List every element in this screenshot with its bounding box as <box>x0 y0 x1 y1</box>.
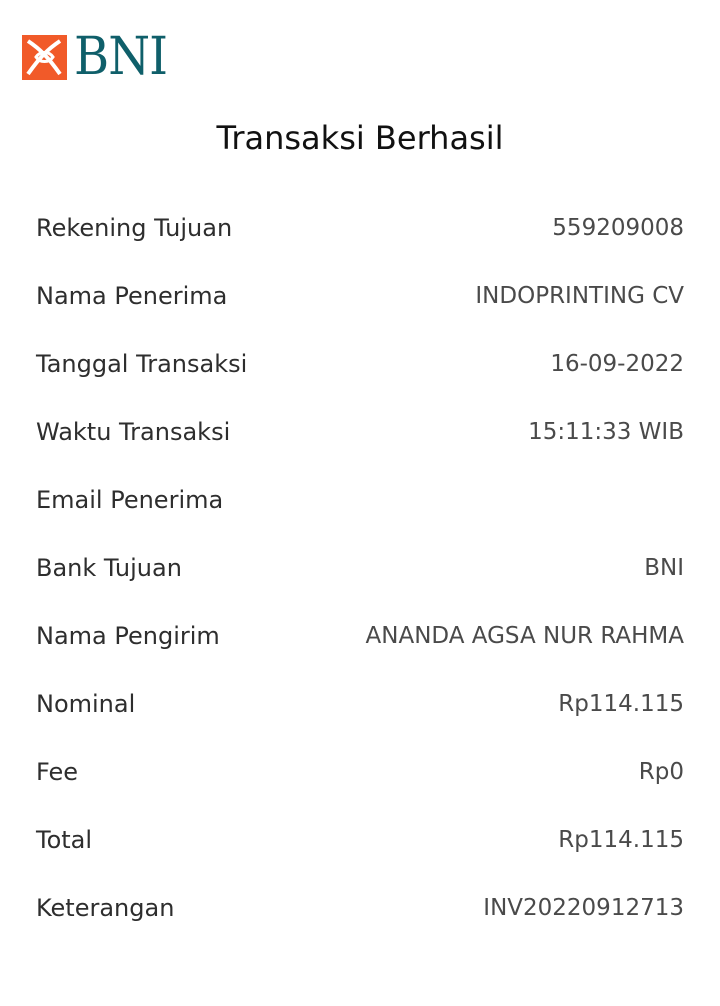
detail-label: Nominal <box>36 690 136 718</box>
page-title: Transaksi Berhasil <box>216 119 504 157</box>
detail-value: 16-09-2022 <box>550 351 684 377</box>
detail-label: Fee <box>36 758 79 786</box>
detail-row-nama-penerima: Nama Penerima INDOPRINTING CV <box>36 262 684 330</box>
detail-row-total: Total Rp114.115 <box>36 806 684 874</box>
bni-logo: BNI <box>22 27 175 87</box>
detail-label: Nama Penerima <box>36 282 228 310</box>
detail-row-fee: Fee Rp0 <box>36 738 684 806</box>
detail-value: INV20220912713 <box>483 895 684 921</box>
detail-row-keterangan: Keterangan INV20220912713 <box>36 874 684 942</box>
detail-row-rekening-tujuan: Rekening Tujuan 559209008 <box>36 194 684 262</box>
detail-value: Rp0 <box>638 759 684 785</box>
detail-value: Rp114.115 <box>558 691 684 717</box>
detail-row-waktu-transaksi: Waktu Transaksi 15:11:33 WIB <box>36 398 684 466</box>
detail-label: Total <box>36 826 93 854</box>
detail-label: Waktu Transaksi <box>36 418 231 446</box>
detail-row-nama-pengirim: Nama Pengirim ANANDA AGSA NUR RAHMA <box>36 602 684 670</box>
detail-value: 15:11:33 WIB <box>528 419 684 445</box>
logo-text: BNI <box>74 27 168 87</box>
detail-label: Email Penerima <box>36 486 224 514</box>
detail-label: Nama Pengirim <box>36 622 220 650</box>
detail-label: Bank Tujuan <box>36 554 182 582</box>
detail-row-bank-tujuan: Bank Tujuan BNI <box>36 534 684 602</box>
detail-value: 559209008 <box>552 215 684 241</box>
detail-label: Tanggal Transaksi <box>36 350 248 378</box>
detail-value: BNI <box>644 555 684 581</box>
detail-row-email-penerima: Email Penerima <box>36 466 684 534</box>
detail-value: Rp114.115 <box>558 827 684 853</box>
detail-value: ANANDA AGSA NUR RAHMA <box>365 623 684 649</box>
detail-row-tanggal-transaksi: Tanggal Transaksi 16-09-2022 <box>36 330 684 398</box>
detail-row-nominal: Nominal Rp114.115 <box>36 670 684 738</box>
detail-label: Rekening Tujuan <box>36 214 233 242</box>
transaction-details: Rekening Tujuan 559209008 Nama Penerima … <box>36 194 684 942</box>
detail-label: Keterangan <box>36 894 175 922</box>
detail-value: INDOPRINTING CV <box>475 283 684 309</box>
bni-logo-mark-icon <box>22 34 67 80</box>
